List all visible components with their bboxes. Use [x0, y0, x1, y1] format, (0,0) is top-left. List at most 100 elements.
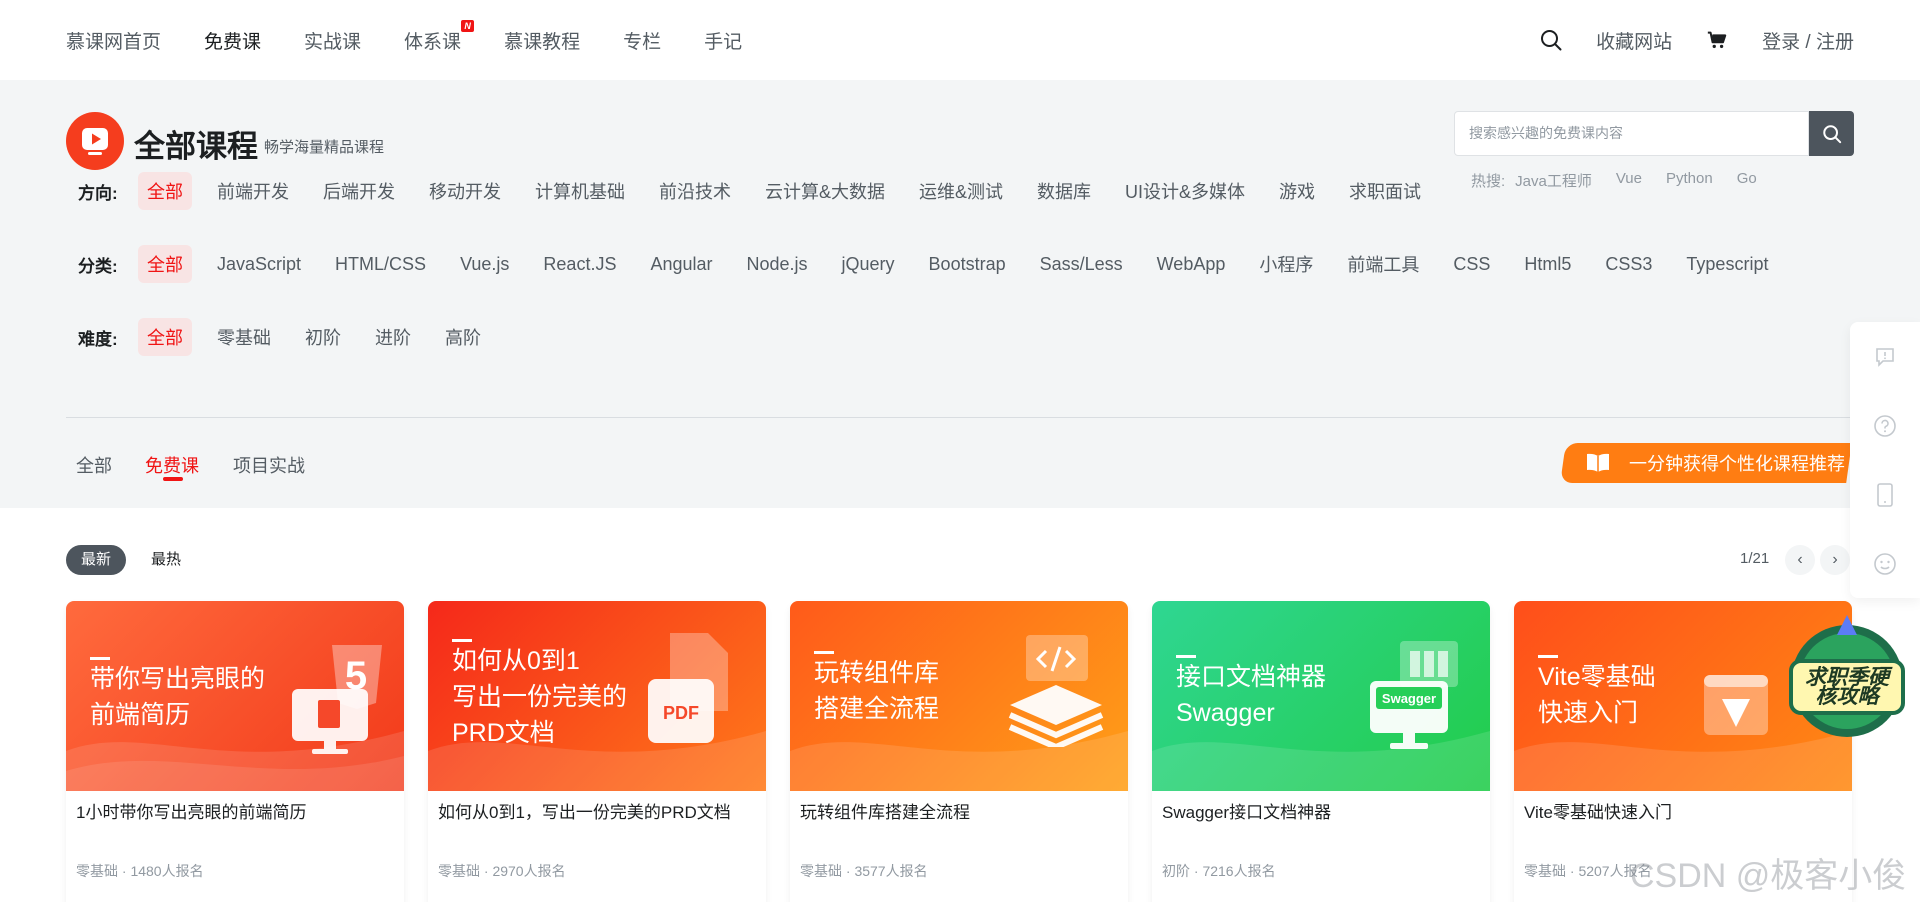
- job-season-promo-badge[interactable]: 求职季硬核攻略: [1783, 615, 1911, 743]
- filter-direction-all[interactable]: 全部: [138, 172, 192, 210]
- filter-category-item[interactable]: 前端工具: [1347, 245, 1419, 283]
- prev-page-button[interactable]: ‹: [1785, 545, 1815, 575]
- filter-direction-item[interactable]: 计算机基础: [535, 172, 625, 210]
- course-enrolled: 1480人报名: [130, 863, 204, 879]
- filter-difficulty-item[interactable]: 进阶: [375, 318, 411, 356]
- filter-direction: 方向: 全部 前端开发 后端开发 移动开发 计算机基础 前沿技术 云计算&大数据…: [78, 172, 1455, 210]
- float-toolbar: [1850, 322, 1920, 598]
- svg-text:Swagger: Swagger: [1382, 691, 1436, 706]
- nav-link-system-courses[interactable]: 体系课 N: [404, 19, 475, 54]
- filter-difficulty-item[interactable]: 初阶: [305, 318, 341, 356]
- vite-icon: [1704, 675, 1768, 744]
- course-list: 带你写出亮眼的 前端简历 5 1小时带你写出亮眼的前端简历 零基础 · 1480…: [66, 601, 1852, 902]
- filter-category-label: 分类:: [78, 256, 118, 276]
- hot-term-java[interactable]: Java工程师: [1515, 170, 1592, 191]
- nav-links: 慕课网首页 免费课 实战课 体系课 N 慕课教程 专栏 手记: [66, 0, 785, 80]
- filter-difficulty-item[interactable]: 高阶: [445, 318, 481, 356]
- filter-category-item[interactable]: WebApp: [1157, 248, 1226, 281]
- help-icon[interactable]: [1850, 391, 1920, 460]
- cover-dash: [452, 639, 472, 642]
- filter-category-item[interactable]: Node.js: [747, 248, 808, 281]
- course-level: 零基础: [800, 863, 842, 879]
- course-search-input[interactable]: 搜索感兴趣的免费课内容: [1454, 111, 1809, 156]
- mobile-app-icon[interactable]: [1850, 460, 1920, 529]
- course-enrolled: 7216人报名: [1202, 863, 1276, 879]
- filter-category-item[interactable]: Typescript: [1686, 248, 1768, 281]
- cart-icon[interactable]: [1706, 29, 1728, 51]
- course-card[interactable]: 接口文档神器 Swagger Swagger Swagger接口文档神器 初阶 …: [1152, 601, 1490, 902]
- filter-direction-item[interactable]: 运维&测试: [919, 172, 1003, 210]
- filter-direction-item[interactable]: 求职面试: [1349, 172, 1421, 210]
- favorite-site-link[interactable]: 收藏网站: [1596, 27, 1672, 54]
- course-card[interactable]: 如何从0到1 写出一份完美的 PRD文档 PDF 如何从0到1，写出一份完美的P…: [428, 601, 766, 902]
- filter-direction-item[interactable]: 游戏: [1279, 172, 1315, 210]
- sort-hottest-button[interactable]: 最热: [151, 545, 181, 575]
- filter-direction-item[interactable]: 移动开发: [429, 172, 501, 210]
- nav-link-columns[interactable]: 专栏: [623, 27, 661, 54]
- filter-category-item[interactable]: Vue.js: [460, 248, 509, 281]
- hot-term-vue[interactable]: Vue: [1616, 170, 1642, 191]
- filter-direction-item[interactable]: 数据库: [1037, 172, 1091, 210]
- course-level: 零基础: [76, 863, 118, 879]
- filter-direction-item[interactable]: UI设计&多媒体: [1125, 172, 1245, 210]
- cover-text: 接口文档神器 Swagger: [1176, 663, 1327, 727]
- filter-category-item[interactable]: jQuery: [842, 248, 895, 281]
- filter-category-item[interactable]: JavaScript: [217, 248, 301, 281]
- filter-difficulty-label: 难度:: [78, 329, 118, 349]
- filter-category-item[interactable]: Html5: [1524, 248, 1571, 281]
- course-title: 玩转组件库搭建全流程: [800, 803, 970, 822]
- filter-category-item[interactable]: Angular: [650, 248, 712, 281]
- course-title: Vite零基础快速入门: [1524, 803, 1672, 822]
- page-title: 全部课程: [134, 129, 258, 164]
- nav-link-home[interactable]: 慕课网首页: [66, 27, 161, 54]
- course-card[interactable]: 玩转组件库 搭建全流程 玩转组件库搭建全流程 零基础 · 3577人报名: [790, 601, 1128, 902]
- search-button[interactable]: [1809, 111, 1854, 156]
- filter-direction-item[interactable]: 后端开发: [323, 172, 395, 210]
- course-cover: 玩转组件库 搭建全流程: [790, 601, 1128, 791]
- feedback-icon[interactable]: [1850, 322, 1920, 391]
- course-cover: 带你写出亮眼的 前端简历 5: [66, 601, 404, 791]
- filter-category-item[interactable]: React.JS: [543, 248, 616, 281]
- nav-link-practical-courses[interactable]: 实战课: [304, 27, 361, 54]
- filter-direction-item[interactable]: 前端开发: [217, 172, 289, 210]
- customer-service-icon[interactable]: [1850, 529, 1920, 598]
- filter-category-item[interactable]: CSS: [1453, 248, 1490, 281]
- tab-all[interactable]: 全部: [76, 452, 112, 478]
- filter-difficulty-all[interactable]: 全部: [138, 318, 192, 356]
- recommend-label: 一分钟获得个性化课程推荐: [1629, 454, 1845, 474]
- tab-free-courses[interactable]: 免费课: [145, 452, 199, 478]
- hot-search-label: 热搜:: [1471, 173, 1506, 190]
- hot-search: 热搜: Java工程师 Vue Python Go: [1471, 170, 1781, 191]
- filter-category-item[interactable]: Bootstrap: [929, 248, 1006, 281]
- login-register-link[interactable]: 登录 / 注册: [1762, 27, 1854, 54]
- filter-category-item[interactable]: Sass/Less: [1040, 248, 1123, 281]
- tab-projects[interactable]: 项目实战: [233, 452, 305, 478]
- cover-dash: [90, 657, 110, 660]
- filter-category-item[interactable]: HTML/CSS: [335, 248, 426, 281]
- filter-category-item[interactable]: 小程序: [1259, 245, 1313, 283]
- course-card[interactable]: 带你写出亮眼的 前端简历 5 1小时带你写出亮眼的前端简历 零基础 · 1480…: [66, 601, 404, 902]
- divider: [66, 417, 1854, 418]
- swagger-icon: Swagger: [1370, 641, 1462, 758]
- search-icon: [1822, 124, 1841, 143]
- course-meta: 初阶 · 7216人报名: [1162, 863, 1276, 879]
- cover-dash: [1176, 655, 1196, 658]
- filter-difficulty-item[interactable]: 零基础: [217, 318, 271, 356]
- watermark: CSDN @极客小俊: [1630, 857, 1907, 895]
- course-title: 如何从0到1，写出一份完美的PRD文档: [438, 803, 731, 822]
- sort-newest-button[interactable]: 最新: [66, 545, 126, 575]
- filter-category-all[interactable]: 全部: [138, 245, 192, 283]
- hot-term-go[interactable]: Go: [1737, 170, 1757, 191]
- nav-link-tutorials[interactable]: 慕课教程: [504, 27, 580, 54]
- next-page-button[interactable]: ›: [1820, 545, 1850, 575]
- nav-link-notes[interactable]: 手记: [704, 27, 742, 54]
- page-indicator: 1/21: [1740, 550, 1770, 567]
- filter-direction-item[interactable]: 前沿技术: [659, 172, 731, 210]
- filter-direction-item[interactable]: 云计算&大数据: [765, 172, 885, 210]
- nav-link-label: 体系课: [404, 31, 462, 53]
- filter-category-item[interactable]: CSS3: [1605, 248, 1652, 281]
- search-icon[interactable]: [1540, 29, 1562, 51]
- hot-term-python[interactable]: Python: [1666, 170, 1713, 191]
- nav-link-free-courses[interactable]: 免费课: [204, 27, 261, 54]
- personalized-recommend-button[interactable]: 一分钟获得个性化课程推荐: [1560, 443, 1852, 483]
